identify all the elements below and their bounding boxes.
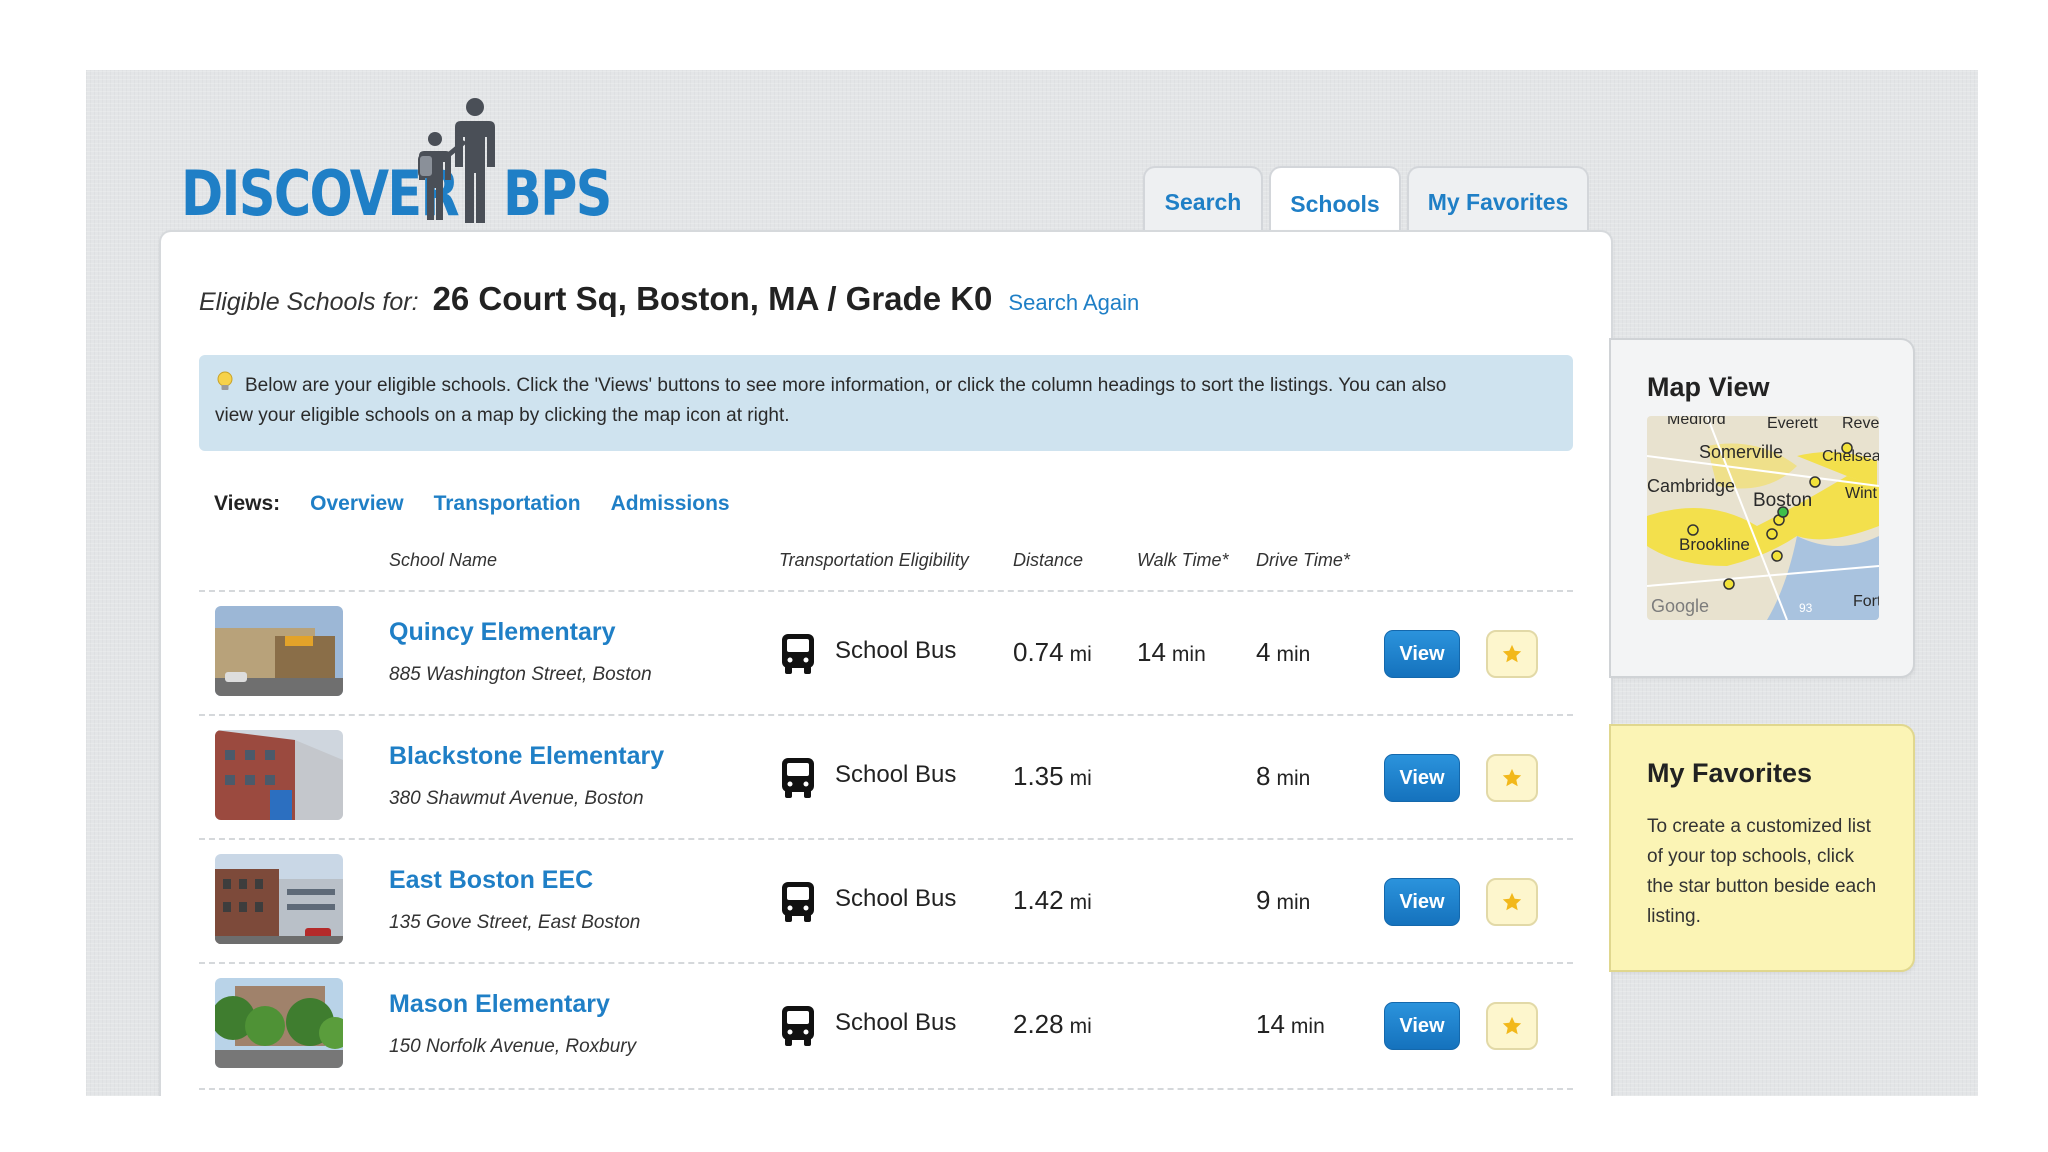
school-photo[interactable] bbox=[215, 978, 343, 1068]
distance-value: 1.42 mi bbox=[1013, 885, 1092, 915]
drive-time-value: 14 min bbox=[1256, 1009, 1325, 1039]
school-photo[interactable] bbox=[215, 730, 343, 820]
address-grade: 26 Court Sq, Boston, MA / Grade K0 bbox=[432, 280, 993, 317]
results-panel: Eligible Schools for: 26 Court Sq, Bosto… bbox=[161, 232, 1611, 1096]
my-favorites-title: My Favorites bbox=[1647, 758, 1813, 788]
star-icon bbox=[1502, 1016, 1522, 1035]
walk-time-value bbox=[1137, 1009, 1143, 1040]
my-favorites-box: My Favorites To create a customized list… bbox=[1611, 726, 1913, 970]
tab-my-favorites[interactable]: My Favorites bbox=[1407, 166, 1589, 236]
logo-text-bps: BPS bbox=[503, 157, 612, 230]
tab-search[interactable]: Search bbox=[1143, 166, 1263, 236]
table-row: Quincy Elementary 885 Washington Street,… bbox=[199, 590, 1573, 716]
school-address: 150 Norfolk Avenue, Roxbury bbox=[389, 1036, 637, 1057]
page-background: DISCOVER BPS Search Schools My Favorites… bbox=[86, 70, 1978, 1096]
drive-time-value: 4 min bbox=[1256, 637, 1311, 667]
favorite-star-button[interactable] bbox=[1486, 1002, 1538, 1050]
favorite-star-button[interactable] bbox=[1486, 630, 1538, 678]
info-tip: Below are your eligible schools. Click t… bbox=[199, 355, 1573, 451]
table-row: Mason Elementary 150 Norfolk Avenue, Rox… bbox=[199, 962, 1573, 1090]
table-row: East Boston EEC 135 Gove Street, East Bo… bbox=[199, 838, 1573, 964]
drive-time-value: 9 min bbox=[1256, 885, 1311, 915]
star-icon bbox=[1502, 768, 1522, 787]
view-button[interactable]: View bbox=[1384, 878, 1460, 926]
favorite-star-button[interactable] bbox=[1486, 878, 1538, 926]
star-icon bbox=[1502, 892, 1522, 911]
col-school-name[interactable]: School Name bbox=[389, 550, 497, 571]
view-overview-link[interactable]: Overview bbox=[310, 492, 403, 516]
view-button[interactable]: View bbox=[1384, 754, 1460, 802]
view-button[interactable]: View bbox=[1384, 630, 1460, 678]
view-admissions-link[interactable]: Admissions bbox=[611, 492, 730, 516]
school-photo[interactable] bbox=[215, 606, 343, 696]
walk-time-value bbox=[1137, 761, 1143, 792]
school-name-link[interactable]: Quincy Elementary bbox=[389, 618, 615, 647]
school-name-link[interactable]: Mason Elementary bbox=[389, 990, 610, 1019]
col-drive-time[interactable]: Drive Time* bbox=[1256, 550, 1350, 571]
tip-line-1: Below are your eligible schools. Click t… bbox=[245, 375, 1447, 396]
bus-icon bbox=[782, 758, 814, 798]
map-label: Brookline bbox=[1679, 535, 1750, 554]
distance-value: 1.35 mi bbox=[1013, 761, 1092, 791]
transport-eligibility: School Bus bbox=[835, 1009, 957, 1036]
map-label: Cambridge bbox=[1647, 476, 1735, 496]
search-again-link[interactable]: Search Again bbox=[1008, 290, 1139, 316]
family-figures-icon bbox=[418, 98, 495, 223]
col-transportation-eligibility[interactable]: Transportation Eligibility bbox=[779, 550, 969, 571]
eligible-label: Eligible Schools for: bbox=[199, 288, 419, 316]
transport-eligibility: School Bus bbox=[835, 761, 957, 788]
school-address: 380 Shawmut Avenue, Boston bbox=[389, 788, 644, 809]
view-button[interactable]: View bbox=[1384, 1002, 1460, 1050]
favorite-star-button[interactable] bbox=[1486, 754, 1538, 802]
school-name-link[interactable]: Blackstone Elementary bbox=[389, 742, 664, 771]
transport-eligibility: School Bus bbox=[835, 637, 957, 664]
views-label: Views: bbox=[214, 492, 281, 515]
map-view-box: Map View Medford Everett Reve Somerville… bbox=[1611, 340, 1913, 676]
bulb-icon bbox=[217, 371, 233, 390]
transport-eligibility: School Bus bbox=[835, 885, 957, 912]
drive-time-value: 8 min bbox=[1256, 761, 1311, 791]
map-label: Fort bbox=[1853, 593, 1879, 610]
view-transportation-link[interactable]: Transportation bbox=[434, 492, 581, 516]
my-favorites-text: To create a customized list of your top … bbox=[1647, 816, 1877, 927]
map-label: Google bbox=[1651, 596, 1709, 616]
school-photo[interactable] bbox=[215, 854, 343, 944]
bus-icon bbox=[782, 634, 814, 674]
map-label: Reve bbox=[1842, 416, 1879, 432]
col-distance[interactable]: Distance bbox=[1013, 550, 1083, 571]
map-label: Wint bbox=[1845, 485, 1878, 502]
table-row: Blackstone Elementary 380 Shawmut Avenue… bbox=[199, 714, 1573, 840]
map-label: Medford bbox=[1667, 416, 1726, 428]
map-label: Somerville bbox=[1699, 442, 1783, 462]
school-name-link[interactable]: East Boston EEC bbox=[389, 866, 593, 895]
walk-time-value: 14 min bbox=[1137, 637, 1206, 667]
map-label: 93 bbox=[1799, 601, 1813, 615]
distance-value: 0.74 mi bbox=[1013, 637, 1092, 667]
map-view-title: Map View bbox=[1647, 372, 1770, 402]
bus-icon bbox=[782, 1006, 814, 1046]
star-icon bbox=[1502, 644, 1522, 663]
map-label: Everett bbox=[1767, 416, 1818, 432]
distance-value: 2.28 mi bbox=[1013, 1009, 1092, 1039]
map-thumbnail[interactable]: Medford Everett Reve Somerville Chelsea … bbox=[1647, 416, 1879, 620]
col-walk-time[interactable]: Walk Time* bbox=[1137, 550, 1229, 571]
bus-icon bbox=[782, 882, 814, 922]
tip-line-2: view your eligible schools on a map by c… bbox=[215, 405, 790, 426]
eligible-header: Eligible Schools for: 26 Court Sq, Bosto… bbox=[199, 280, 1139, 318]
walk-time-value bbox=[1137, 885, 1143, 916]
tab-schools[interactable]: Schools bbox=[1269, 166, 1401, 240]
school-address: 135 Gove Street, East Boston bbox=[389, 912, 641, 933]
views-bar: Views: Overview Transportation Admission… bbox=[214, 492, 760, 516]
school-address: 885 Washington Street, Boston bbox=[389, 664, 652, 685]
